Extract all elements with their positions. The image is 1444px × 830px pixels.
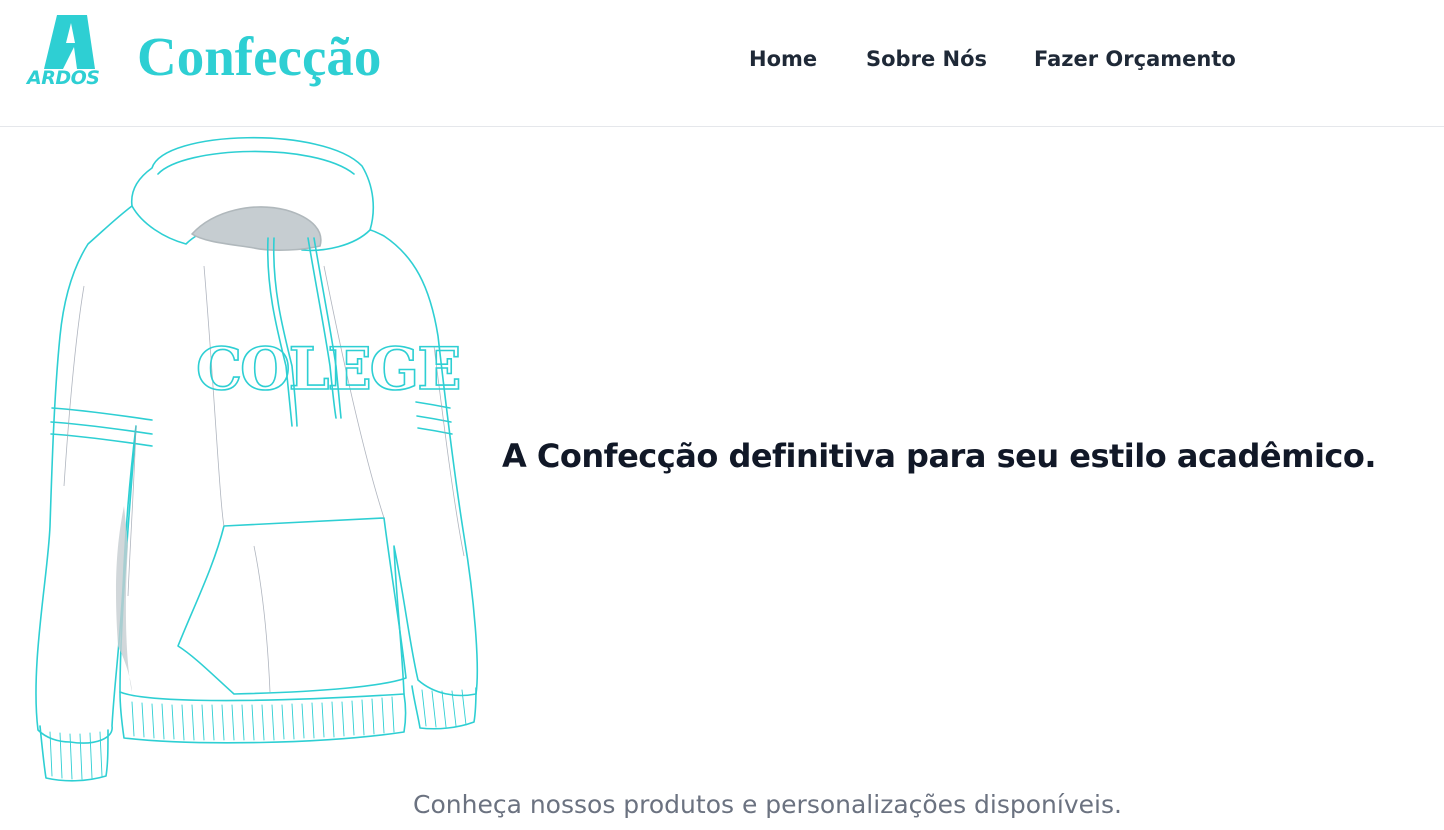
brand-logo[interactable]: ARDOS — [27, 13, 117, 91]
hero-headline: A Confecção definitiva para seu estilo a… — [502, 437, 1377, 475]
body-outline — [35, 205, 479, 744]
nav-quote-link[interactable]: Fazer Orçamento — [1034, 44, 1236, 74]
hood-shadow — [191, 206, 322, 251]
hoodie-lettering: COLEGE — [196, 335, 459, 403]
brand-name: Confecção — [137, 26, 382, 87]
logo-text: ARDOS — [27, 67, 100, 89]
pocket — [177, 517, 407, 695]
hero-subline: Conheça nossos produtos e personalizaçõe… — [413, 790, 1122, 819]
logo-mark-icon — [44, 15, 95, 69]
site-header: ARDOS Confecção Home Sobre Nós Fazer Orç… — [0, 0, 1444, 127]
nav-home-link[interactable]: Home — [749, 44, 817, 74]
nav-about-link[interactable]: Sobre Nós — [866, 44, 987, 74]
hoodie-illustration: COLEGE — [35, 136, 479, 782]
